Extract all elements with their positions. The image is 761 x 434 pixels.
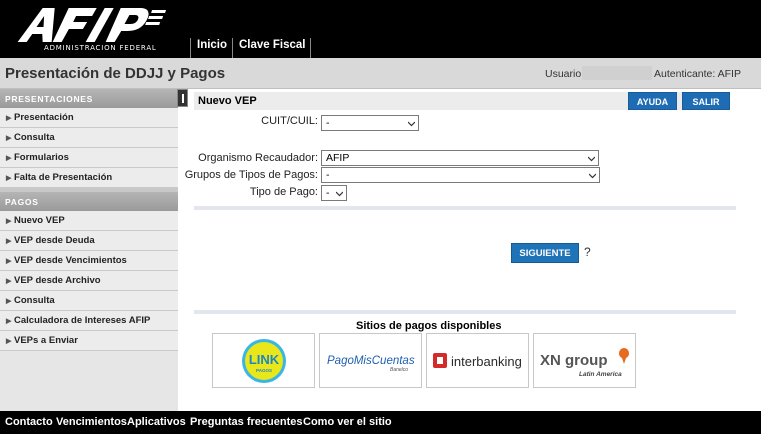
organismo-select[interactable]: AFIP: [321, 150, 599, 166]
sidebar-item-label: VEP desde Deuda: [14, 235, 95, 246]
salir-button[interactable]: SALIR: [682, 92, 730, 110]
chevron-down-icon: [336, 191, 343, 197]
footer-link-como-ver[interactable]: Como ver el sitio: [303, 416, 392, 428]
sidebar-item-label: Calculadora de Intereses AFIP: [14, 315, 151, 326]
sidebar-item-calculadora[interactable]: ▶ Calculadora de Intereses AFIP: [0, 311, 178, 331]
sidebar-item-vep-deuda[interactable]: ▶ VEP desde Deuda: [0, 231, 178, 251]
sidebar-item-label: VEP desde Vencimientos: [14, 255, 127, 266]
footer-link-contacto[interactable]: Contacto: [5, 416, 53, 428]
interbanking-logo: interbanking: [433, 353, 522, 369]
sidebar-item-label: Falta de Presentación: [14, 172, 113, 183]
pagomiscuentas-logo: PagoMisCuentas Banelco: [327, 355, 415, 373]
page-title: Presentación de DDJJ y Pagos: [5, 65, 226, 82]
tipo-pago-select-value: -: [326, 187, 330, 199]
pagomiscuentas-site[interactable]: PagoMisCuentas Banelco: [319, 333, 422, 388]
site-text: LINK: [249, 352, 280, 367]
organismo-label: Organismo Recaudador:: [198, 152, 318, 164]
xn-group-logo: XN group Latin America: [540, 348, 630, 378]
sidebar-item-label: Formularios: [14, 152, 69, 163]
tipo-pago-label: Tipo de Pago:: [249, 186, 318, 198]
arrow-right-icon: ▶: [6, 135, 12, 142]
section-title: Nuevo VEP: [198, 95, 257, 107]
tipo-pago-select[interactable]: -: [321, 185, 347, 201]
cuit-label: CUIT/CUIL:: [261, 115, 318, 127]
footer-link-vencimientos[interactable]: Vencimientos: [56, 416, 127, 428]
sidebar-item-label: Consulta: [14, 295, 55, 306]
arrow-right-icon: ▶: [6, 115, 12, 122]
arrow-right-icon: ▶: [6, 258, 12, 265]
footer-link-preguntas[interactable]: Preguntas frecuentes: [190, 416, 302, 428]
footer-link-aplicativos[interactable]: Aplicativos: [127, 416, 186, 428]
nav-inicio[interactable]: Inicio: [197, 39, 227, 51]
arrow-right-icon: ▶: [6, 318, 12, 325]
sidebar-item-vep-vencimientos[interactable]: ▶ VEP desde Vencimientos: [0, 251, 178, 271]
grupos-select[interactable]: -: [321, 167, 600, 183]
arrow-right-icon: ▶: [6, 238, 12, 245]
grupos-label: Grupos de Tipos de Pagos:: [184, 169, 318, 181]
help-question-icon[interactable]: ?: [584, 245, 591, 259]
user-name-redacted: [582, 66, 652, 80]
sidebar-item-label: Consulta: [14, 132, 55, 143]
sidebar-collapse-handle[interactable]: [177, 89, 188, 107]
arrow-right-icon: ▶: [6, 338, 12, 345]
interbanking-site[interactable]: interbanking: [426, 333, 529, 388]
sites-divider: [194, 310, 736, 314]
title-bar: Presentación de DDJJ y Pagos Usuario: Au…: [0, 58, 761, 89]
arrow-right-icon: ▶: [6, 218, 12, 225]
chevron-down-icon: [589, 173, 596, 179]
site-footer: Contacto Vencimientos Aplicativos Pregun…: [0, 411, 761, 434]
sidebar-item-consulta-pagos[interactable]: ▶ Consulta: [0, 291, 178, 311]
sidebar-item-presentacion[interactable]: ▶ Presentación: [0, 108, 178, 128]
nav-divider: [190, 38, 191, 58]
nav-divider: [310, 38, 311, 58]
sites-title: Sitios de pagos disponibles: [356, 320, 502, 332]
sidebar-item-falta-presentacion[interactable]: ▶ Falta de Presentación: [0, 168, 178, 188]
sidebar-item-nuevo-vep[interactable]: ▶ Nuevo VEP: [0, 211, 178, 231]
arrow-right-icon: ▶: [6, 278, 12, 285]
sidebar-item-label: Nuevo VEP: [14, 215, 65, 226]
sidebar-heading-pagos: Pagos: [0, 192, 178, 211]
grupos-select-value: -: [326, 169, 330, 181]
sidebar-item-vep-archivo[interactable]: ▶ VEP desde Archivo: [0, 271, 178, 291]
nav-clave-fiscal[interactable]: Clave Fiscal: [239, 39, 305, 51]
logo-subtitle: ADMINISTRACION FEDERAL: [44, 44, 157, 52]
nav-divider: [232, 38, 233, 58]
vep-header-bar: Nuevo VEP AYUDA SALIR: [194, 92, 730, 110]
organismo-select-value: AFIP: [326, 152, 350, 164]
link-pagos-logo: LINK PAGOS: [242, 339, 286, 383]
arrow-right-icon: ▶: [6, 155, 12, 162]
cuit-select[interactable]: -: [321, 115, 419, 131]
chevron-down-icon: [588, 156, 595, 162]
sidebar-item-formularios[interactable]: ▶ Formularios: [0, 148, 178, 168]
arrow-right-icon: ▶: [6, 298, 12, 305]
site-header: ADMINISTRACION FEDERAL Inicio Clave Fisc…: [0, 0, 761, 58]
site-subtext: Latin America: [579, 371, 622, 378]
form-divider: [194, 206, 736, 210]
sidebar-item-label: VEPs a Enviar: [14, 335, 78, 346]
site-subtext: PAGOS: [256, 368, 272, 373]
link-pagos-site[interactable]: LINK PAGOS: [212, 333, 315, 388]
site-subtext: Banelco: [390, 367, 408, 373]
site-text: XN group: [540, 352, 608, 369]
cuit-select-value: -: [326, 117, 330, 129]
user-label: Usuario:: [545, 68, 585, 80]
sidebar-item-label: VEP desde Archivo: [14, 275, 101, 286]
sidebar-item-label: Presentación: [14, 112, 74, 123]
site-text: interbanking: [451, 354, 522, 369]
siguiente-button[interactable]: SIGUIENTE: [511, 243, 579, 263]
arrow-right-icon: ▶: [6, 175, 12, 182]
chevron-down-icon: [408, 121, 415, 127]
site-text: PagoMisCuentas: [327, 355, 415, 367]
sidebar-heading-presentaciones: Presentaciones: [0, 89, 178, 108]
ayuda-button[interactable]: AYUDA: [628, 92, 677, 110]
xn-group-site[interactable]: XN group Latin America: [533, 333, 636, 388]
sidebar-item-consulta[interactable]: ▶ Consulta: [0, 128, 178, 148]
sidebar-item-veps-enviar[interactable]: ▶ VEPs a Enviar: [0, 331, 178, 351]
sidebar: Presentaciones ▶ Presentación ▶ Consulta ▶…: [0, 89, 178, 411]
auth-label: Autenticante: AFIP: [654, 68, 741, 80]
